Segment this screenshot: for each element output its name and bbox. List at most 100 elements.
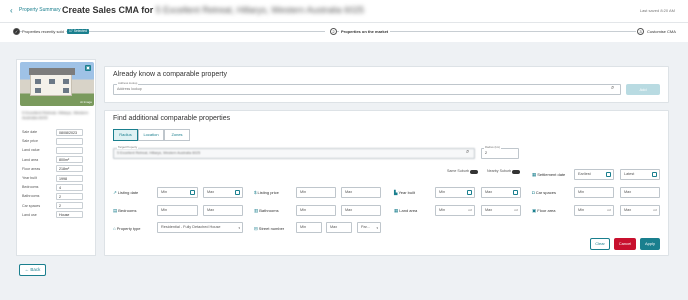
trend-icon: ↗: [113, 190, 117, 195]
calendar-icon: [190, 190, 195, 195]
settlement-latest-input[interactable]: Latest: [620, 169, 660, 180]
property-type-label: ⌂Property type: [113, 226, 141, 231]
image-icon[interactable]: ▣: [85, 65, 91, 71]
calendar-icon: [606, 172, 611, 177]
find-comparables-title: Find additional comparable properties: [113, 115, 231, 122]
calendar-icon: [513, 190, 518, 195]
floor-area-min[interactable]: Min m²: [574, 205, 614, 216]
address-lookup-input[interactable]: Address lookup: [113, 84, 621, 95]
floor-plan-icon: ▣: [532, 208, 537, 213]
listing-date-max[interactable]: Max: [203, 187, 243, 198]
bathrooms-label: ▥Bathrooms: [254, 208, 279, 213]
year-built-min[interactable]: Min: [435, 187, 475, 198]
back-arrow-icon[interactable]: ‹: [10, 6, 18, 15]
tab-radius[interactable]: Radius: [113, 129, 138, 141]
step-3-label: Customise CMA: [646, 29, 676, 34]
page-title: Create Sales CMA for 5 Excellent Retreat…: [62, 5, 365, 15]
target-property-input: 5 Excellent Retreat, Hillarys, Western A…: [113, 148, 475, 159]
bedrooms-max[interactable]: Max: [203, 205, 243, 216]
page-title-address: 5 Excellent Retreat, Hillarys, Western A…: [155, 5, 365, 15]
car-icon: ◘: [532, 190, 535, 195]
year-built-label: ▙Year built: [394, 190, 415, 195]
subject-field-value[interactable]: 4: [56, 183, 83, 191]
step-2-number: 2: [330, 28, 337, 35]
price-tag-icon: $: [254, 190, 257, 195]
tab-zones[interactable]: Zones: [164, 129, 190, 141]
subject-field-value[interactable]: 2: [56, 192, 83, 200]
subject-field-label: Floor areas: [22, 166, 41, 171]
nearby-suburb-toggle[interactable]: [512, 170, 520, 174]
calendar-icon: [467, 190, 472, 195]
back-button[interactable]: ← Back: [19, 264, 46, 276]
car-spaces-min[interactable]: Min: [574, 187, 614, 198]
subject-field-label: Bathrooms: [22, 194, 40, 199]
year-built-max[interactable]: Max: [481, 187, 521, 198]
apply-button[interactable]: Apply: [640, 238, 660, 250]
bedrooms-min[interactable]: Min: [157, 205, 198, 216]
property-type-select[interactable]: Residential - Fully Detached House ▾: [157, 222, 243, 233]
subject-field-label: Car spaces: [22, 203, 41, 208]
address-lookup-label: Address lookup: [117, 81, 139, 85]
land-icon: ▦: [394, 208, 399, 213]
chevron-down-icon: ▾: [238, 226, 240, 230]
house-illustration: [29, 68, 75, 96]
listing-date-min[interactable]: Min: [157, 187, 198, 198]
subject-property-card: ▣ Ai Image 5 Excellent Retreat, Hillarys…: [16, 59, 96, 256]
cancel-button[interactable]: Cancel: [614, 238, 636, 250]
subject-field-value[interactable]: 08/08/2023: [56, 128, 83, 136]
house-icon: ⌂: [113, 226, 116, 231]
bed-icon: ▤: [113, 208, 118, 213]
clear-button[interactable]: Clear: [590, 238, 610, 250]
radius-km-label: Radius (km): [484, 145, 502, 149]
subject-field-label: Bedrooms: [22, 185, 39, 190]
subject-field-label: Year built: [22, 176, 37, 180]
street-number-min[interactable]: Min: [296, 222, 322, 233]
bathrooms-max[interactable]: Max: [341, 205, 381, 216]
parity-select[interactable]: Par... ▾: [357, 222, 381, 233]
settlement-earliest-input[interactable]: Earliest: [574, 169, 614, 180]
listing-date-label: ↗Listing date: [113, 190, 139, 195]
add-button[interactable]: Add: [626, 84, 660, 95]
floor-area-max[interactable]: Max m²: [620, 205, 660, 216]
search-icon[interactable]: ⌕: [611, 85, 614, 92]
listing-price-max[interactable]: Max: [341, 187, 381, 198]
subject-field-value[interactable]: 218m²: [56, 165, 83, 173]
bathrooms-min[interactable]: Min: [296, 205, 336, 216]
subject-field-label: Land area: [22, 157, 39, 162]
car-spaces-max[interactable]: Max: [620, 187, 660, 198]
step-3-number: 3: [637, 28, 644, 35]
subject-field-value[interactable]: 1998: [56, 174, 83, 182]
last-saved-status: Last saved 8:20 AM: [639, 8, 675, 13]
car-spaces-label: ◘Car spaces: [532, 190, 556, 195]
bath-icon: ▥: [254, 208, 259, 213]
target-property-label: Target Property: [117, 145, 139, 149]
breadcrumb-property-summary[interactable]: Property Summary: [19, 7, 61, 14]
subject-field-value[interactable]: [56, 137, 83, 145]
calendar-icon: [652, 172, 657, 177]
subject-field-label: Sale price: [22, 139, 38, 144]
listing-price-min[interactable]: Min: [296, 187, 336, 198]
step-2-label: Properties on the market: [339, 29, 391, 34]
street-number-max[interactable]: Max: [326, 222, 352, 233]
subject-field-value[interactable]: 2: [56, 202, 83, 210]
search-icon: ⌕: [466, 149, 470, 155]
building-icon: ▙: [394, 190, 398, 195]
land-area-max[interactable]: Max m²: [481, 205, 521, 216]
listing-price-label: $Listing price: [254, 190, 279, 195]
land-area-label: ▦Land area: [394, 208, 418, 213]
land-area-min[interactable]: Min m²: [435, 205, 475, 216]
chevron-down-icon: ▾: [376, 226, 378, 230]
subject-field-value[interactable]: [56, 146, 83, 154]
tab-location[interactable]: Location: [138, 129, 164, 141]
subject-address: 5 Excellent Retreat, Hillarys, Western A…: [22, 110, 89, 120]
subject-field-label: Sale date: [22, 130, 38, 134]
step-1-label: Properties recently sold: [22, 29, 66, 34]
subject-field-value[interactable]: 800m²: [56, 156, 83, 164]
subject-field-value[interactable]: House: [56, 211, 83, 219]
settlement-date-label: ▦Settlement date: [532, 172, 566, 177]
step-1-selected-badge: 17 Selected: [67, 29, 89, 34]
subject-field-label: Land use: [22, 212, 37, 217]
same-suburb-toggle[interactable]: [470, 170, 478, 174]
sign-icon: ⊟: [254, 226, 258, 231]
radius-km-input[interactable]: 2: [481, 148, 519, 159]
